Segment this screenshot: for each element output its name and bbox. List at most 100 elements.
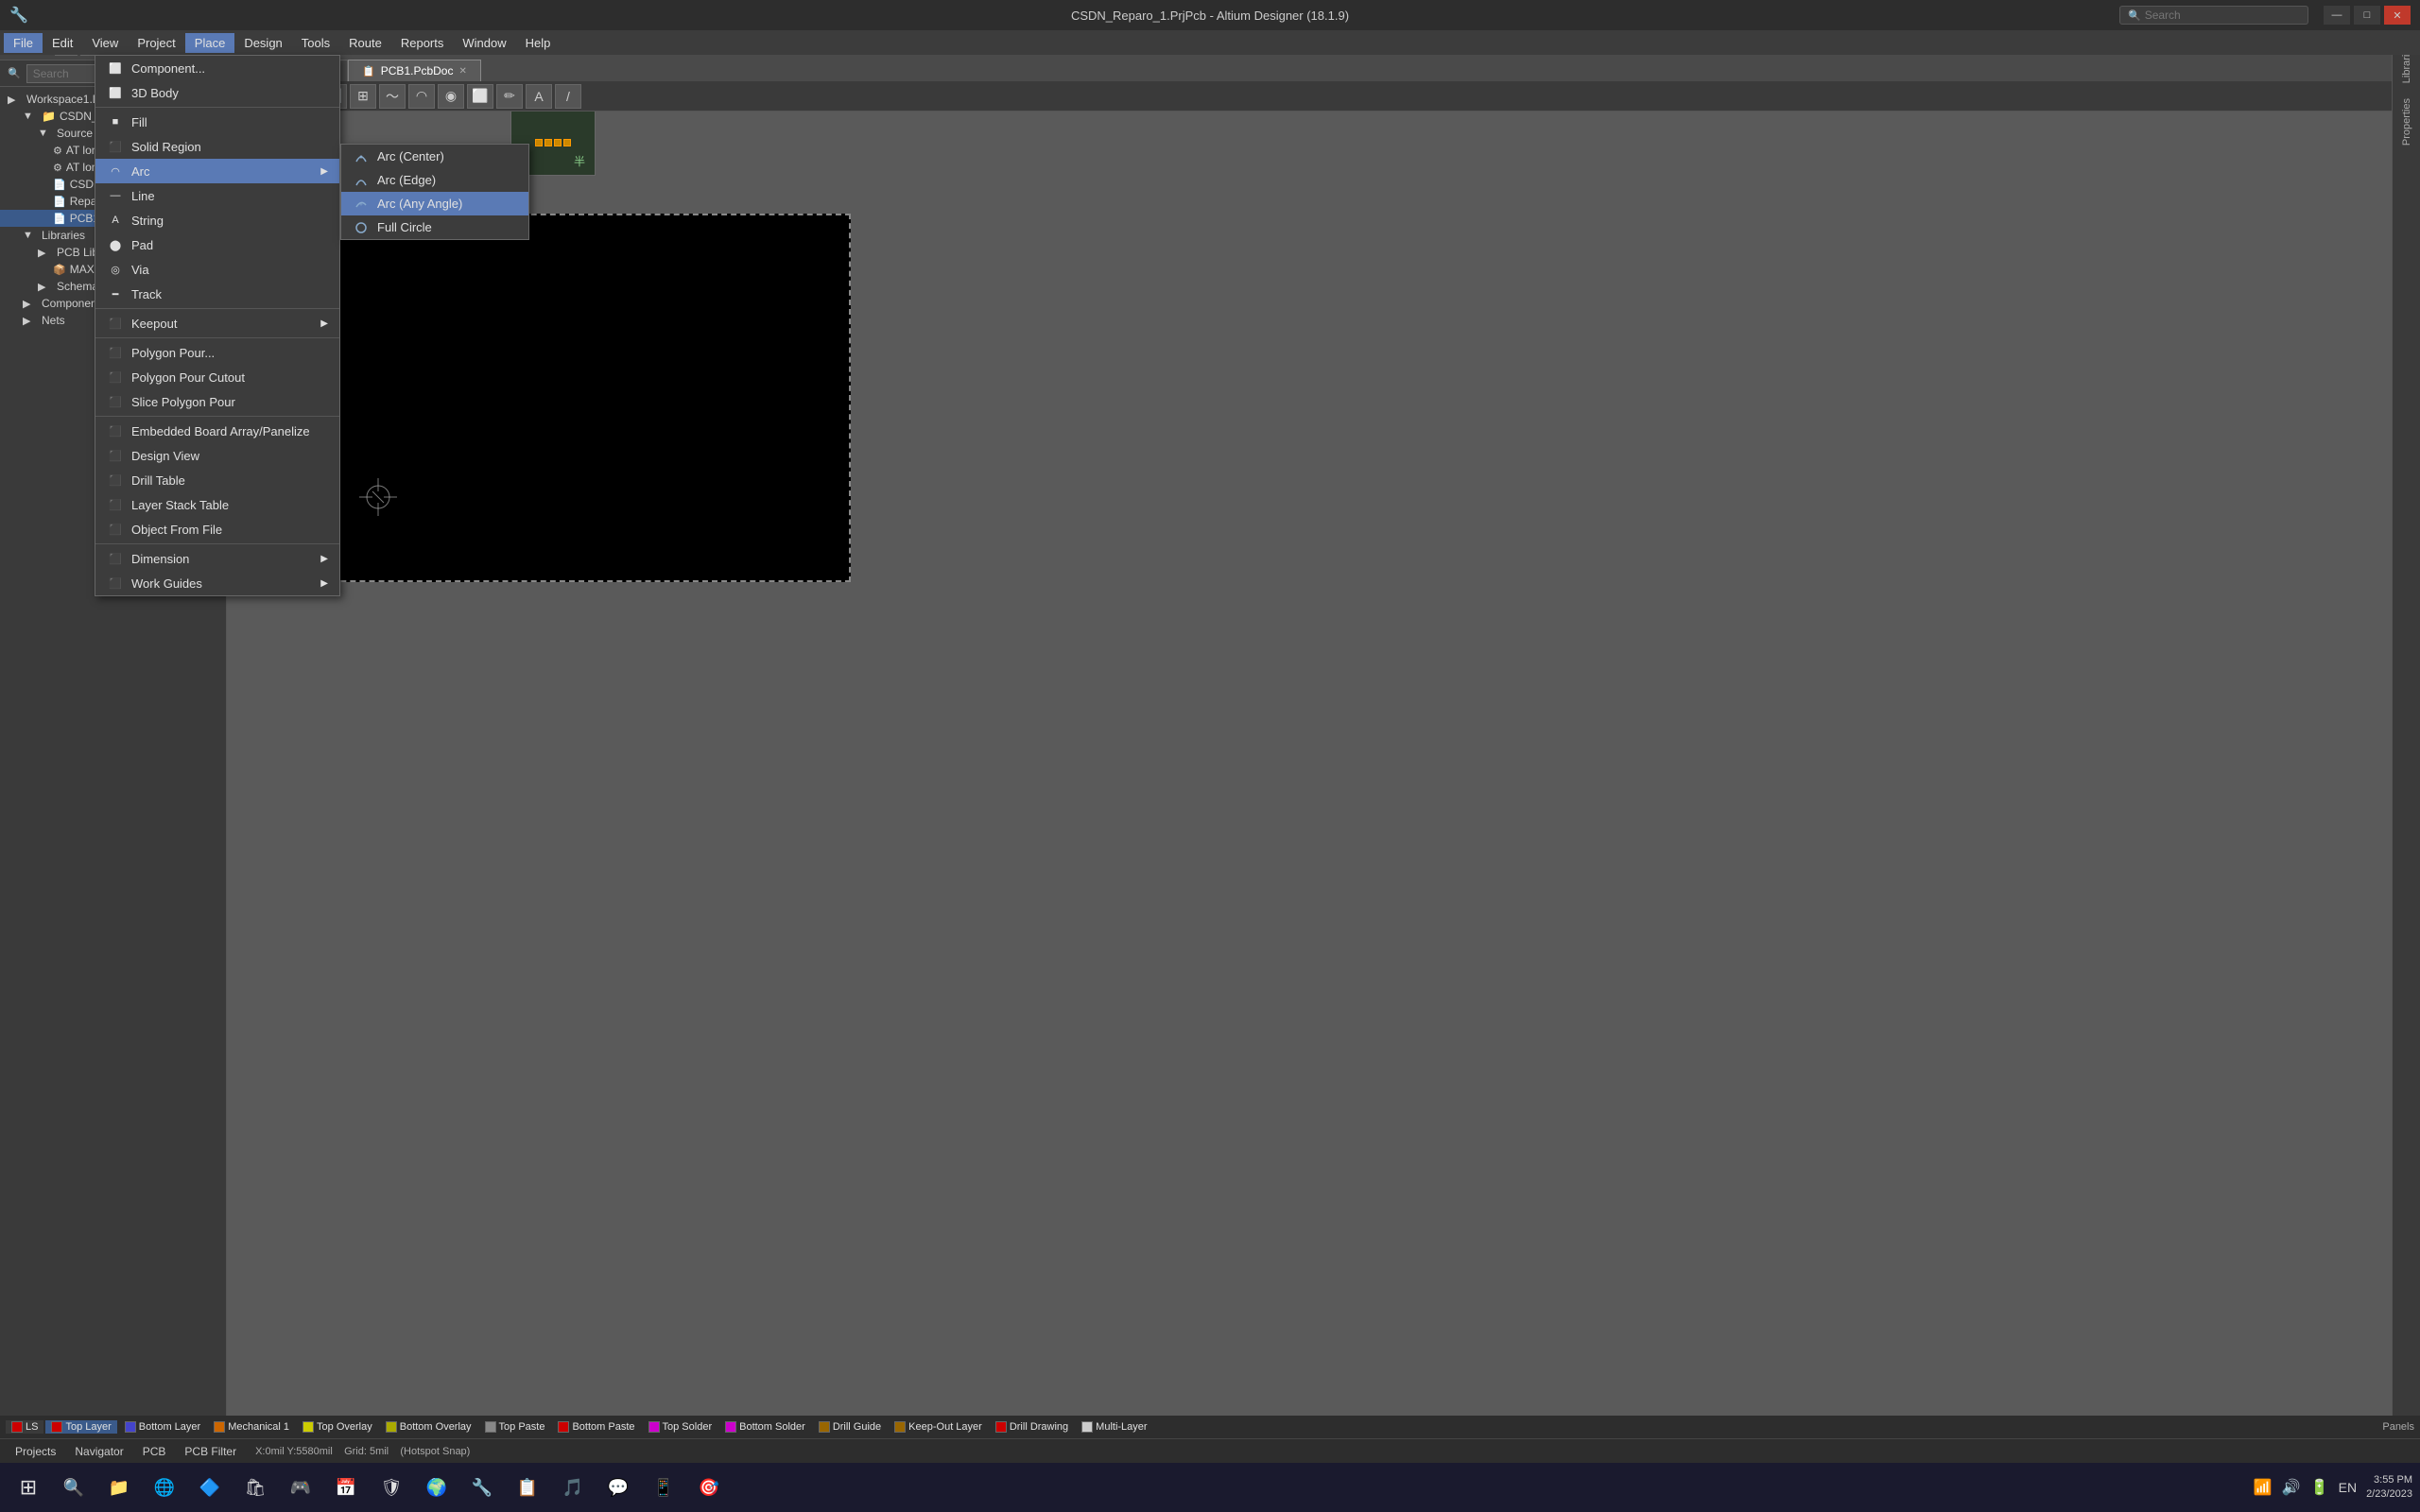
nav-pcb-filter[interactable]: PCB Filter [177,1443,244,1460]
start-button[interactable]: ⊞ [8,1467,49,1508]
menu-drill-table[interactable]: ⬛ Drill Table [95,468,339,492]
bottom-overlay-tab[interactable]: Bottom Overlay [380,1420,477,1434]
taskbar-files[interactable]: 📁 [98,1467,140,1508]
taskbar-app4[interactable]: 💬 [597,1467,639,1508]
component-button[interactable]: ⬜ [467,84,493,109]
arc-any-angle-item[interactable]: Arc (Any Angle) [341,192,528,215]
top-solder-tab[interactable]: Top Solder [643,1420,718,1434]
menu-item-design[interactable]: Design [234,33,291,53]
menu-embedded[interactable]: ⬛ Embedded Board Array/Panelize [95,419,339,443]
search-icon: 🔍 [2128,9,2141,22]
embedded-menu-label: Embedded Board Array/Panelize [131,424,310,438]
pencil-button[interactable]: ✏ [496,84,523,109]
arc-submenu: Arc (Center) Arc (Edge) Arc (Any Angle) … [340,144,529,240]
ls-indicator[interactable]: LS [6,1420,43,1434]
nav-pcb[interactable]: PCB [135,1443,174,1460]
menu-item-edit[interactable]: Edit [43,33,82,53]
taskbar-app3[interactable]: 🎵 [552,1467,594,1508]
taskbar-edge2[interactable]: 🔷 [189,1467,231,1508]
top-layer-tab[interactable]: Top Layer [45,1420,116,1434]
bottom-layer-tab[interactable]: Bottom Layer [119,1420,206,1434]
menu-polygon-cutout[interactable]: ⬛ Polygon Pour Cutout [95,365,339,389]
wire-button[interactable]: 〜 [379,84,406,109]
menu-string[interactable]: A String [95,208,339,232]
menu-item-route[interactable]: Route [339,33,391,53]
language-icon[interactable]: EN [2339,1480,2357,1495]
taskbar-app2[interactable]: 📋 [507,1467,548,1508]
bottom-solder-tab[interactable]: Bottom Solder [719,1420,811,1434]
close-button[interactable]: ✕ [2384,6,2411,25]
menu-track[interactable]: ━ Track [95,282,339,306]
menu-solid-region[interactable]: ⬛ Solid Region [95,134,339,159]
menu-design-view[interactable]: ⬛ Design View [95,443,339,468]
panels-button[interactable]: Panels [2382,1421,2414,1433]
menu-item-view[interactable]: View [82,33,128,53]
menu-item-file[interactable]: File [4,33,43,53]
right-panel-tabs: Libraries Properties [2392,30,2420,1455]
arc-edge-item[interactable]: Arc (Edge) [341,168,528,192]
menu-item-window[interactable]: Window [453,33,515,53]
mechanical1-tab[interactable]: Mechanical 1 [208,1420,295,1434]
drill-drawing-tab[interactable]: Drill Drawing [990,1420,1074,1434]
menu-pad[interactable]: ⬤ Pad [95,232,339,257]
taskbar-app5[interactable]: 📱 [643,1467,684,1508]
track-menu-label: Track [131,287,162,301]
properties-panel-tab[interactable]: Properties [2399,93,2414,151]
taskbar-store[interactable]: 🛍 [234,1467,276,1508]
tab-pcbdoc[interactable]: 📋 PCB1.PcbDoc ✕ [348,60,481,81]
top-paste-tab[interactable]: Top Paste [479,1420,551,1434]
drill-guide-tab[interactable]: Drill Guide [813,1420,887,1434]
menu-item-help[interactable]: Help [516,33,561,53]
speaker-icon[interactable]: 🔊 [2282,1478,2301,1497]
taskbar-app6[interactable]: 🎯 [688,1467,730,1508]
text-button[interactable]: A [526,84,552,109]
bottom-paste-tab[interactable]: Bottom Paste [552,1420,640,1434]
taskbar-browser[interactable]: 🌍 [416,1467,458,1508]
menu-fill[interactable]: ■ Fill [95,110,339,134]
arc-center-item[interactable]: Arc (Center) [341,145,528,168]
menu-dimension[interactable]: ⬛ Dimension ▶ [95,546,339,571]
menu-component[interactable]: ⬜ Component... [95,56,339,80]
menu-object-from-file[interactable]: ⬛ Object From File [95,517,339,541]
taskbar-security[interactable]: 🛡 [371,1467,412,1508]
battery-icon[interactable]: 🔋 [2310,1478,2329,1497]
pcb-board-canvas[interactable] [302,214,851,582]
coordinates-text: X:0mil Y:5580mil [255,1446,333,1457]
menu-work-guides[interactable]: ⬛ Work Guides ▶ [95,571,339,595]
menu-arc[interactable]: ◠ Arc ▶ [95,159,339,183]
menu-via[interactable]: ◎ Via [95,257,339,282]
menu-keepout[interactable]: ⬛ Keepout ▶ [95,311,339,335]
arc-full-circle-item[interactable]: Full Circle [341,215,528,239]
menu-item-place[interactable]: Place [185,33,235,53]
menu-item-tools[interactable]: Tools [292,33,339,53]
titlebar-search-input[interactable] [2145,9,2287,22]
menu-line[interactable]: — Line [95,183,339,208]
menu-item-project[interactable]: Project [128,33,184,53]
taskbar-edge[interactable]: 🌐 [144,1467,185,1508]
keepout-layer-tab[interactable]: Keep-Out Layer [889,1420,988,1434]
bottom-nav-bar: Projects Navigator PCB PCB Filter X:0mil… [0,1438,2420,1463]
nav-projects[interactable]: Projects [8,1443,63,1460]
multi-layer-tab[interactable]: Multi-Layer [1076,1420,1152,1434]
taskbar-clock[interactable]: 3:55 PM 2/23/2023 [2366,1473,2412,1503]
menu-3dbody[interactable]: ⬜ 3D Body [95,80,339,105]
minimize-button[interactable]: — [2324,6,2350,25]
menu-layer-stack[interactable]: ⬛ Layer Stack Table [95,492,339,517]
search-taskbar-button[interactable]: 🔍 [53,1467,95,1508]
tab-close-icon[interactable]: ✕ [458,66,466,77]
taskbar-app1[interactable]: 🔧 [461,1467,503,1508]
taskbar-xbox[interactable]: 🎮 [280,1467,321,1508]
menu-item-reports[interactable]: Reports [391,33,454,53]
nav-navigator[interactable]: Navigator [67,1443,130,1460]
taskbar-calendar[interactable]: 📅 [325,1467,367,1508]
menu-polygon-pour[interactable]: ⬛ Polygon Pour... [95,340,339,365]
pad-button[interactable]: ◉ [438,84,464,109]
network-icon[interactable]: 📶 [2254,1478,2273,1497]
top-overlay-tab[interactable]: Top Overlay [297,1420,378,1434]
line-button[interactable]: / [555,84,581,109]
arc2-button[interactable]: ◠ [408,84,435,109]
titlebar-search-box[interactable]: 🔍 [2119,6,2308,25]
grid-button[interactable]: ⊞ [350,84,376,109]
menu-slice-polygon[interactable]: ⬛ Slice Polygon Pour [95,389,339,414]
maximize-button[interactable]: □ [2354,6,2380,25]
